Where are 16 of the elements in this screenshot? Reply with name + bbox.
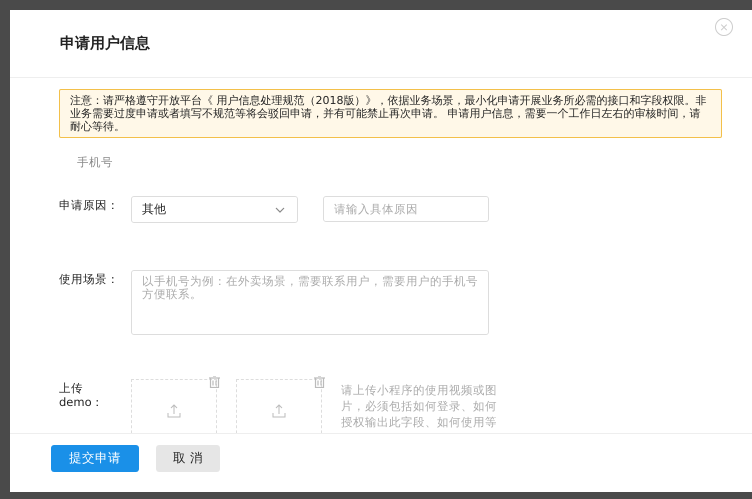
cancel-button[interactable]: 取 消 xyxy=(156,444,220,472)
upload-icon xyxy=(272,404,286,418)
field-name: 手机号 xyxy=(77,155,114,170)
reason-label: 申请原因： xyxy=(59,197,120,212)
scene-label: 使用场景： xyxy=(59,271,120,286)
reason-detail-field[interactable]: 请输入具体原因 xyxy=(323,196,489,222)
dialog-title: 申请用户信息 xyxy=(60,34,150,53)
upload-icon xyxy=(167,404,181,418)
upload-label: 上传demo： xyxy=(59,380,105,409)
upload-hint: 请上传小程序的使用视频或图片，必须包括如何登录、如何授权输出此字段、如何使用等 xyxy=(341,382,498,430)
reason-select[interactable]: 其他 xyxy=(131,196,298,223)
chevron-down-icon xyxy=(275,206,285,212)
notice-banner: 注意：请严格遵守开放平台《 用户信息处理规范（2018版）》，依据业务场景，最小化申请开展业务所必需的接口和字段权限。非业务需要过度申请或者填写不规范等将会驳回申请，并有可能禁止再次申请。 申请用户信息，需要一个工作日左右的审核时间，请耐心等待。 xyxy=(59,89,722,138)
scene-field[interactable]: 以手机号为例：在外卖场景，需要联系用户，需要用户的手机号方便联系。 xyxy=(131,270,489,335)
trash-icon[interactable] xyxy=(314,376,325,388)
trash-icon[interactable] xyxy=(209,376,220,388)
